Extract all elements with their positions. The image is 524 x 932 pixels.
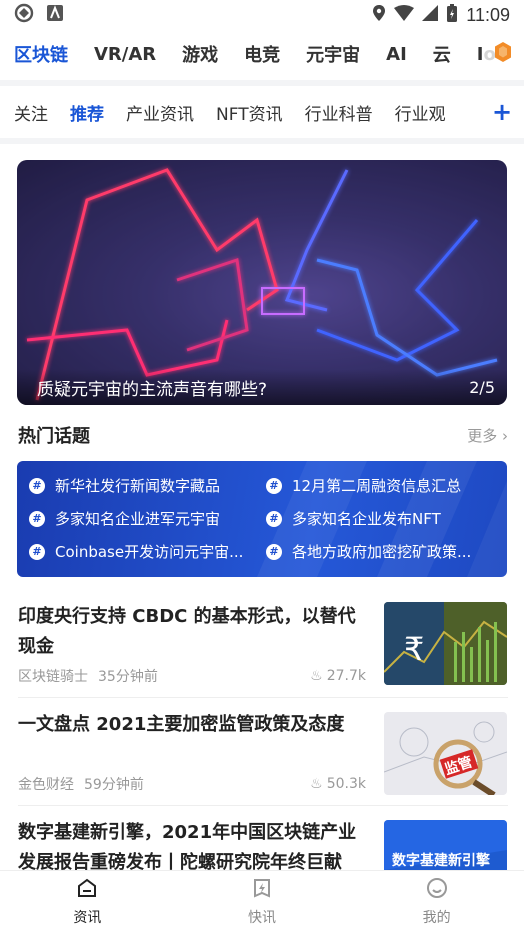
tab-esports[interactable]: 电竞 bbox=[244, 41, 280, 67]
subtab-industry-view[interactable]: 行业观 bbox=[395, 100, 446, 125]
hot-topics-panel: # 新华社发行新闻数字藏品 #12月第二周融资信息汇总 # 多家知名企业进军元宇宙 … bbox=[17, 461, 507, 577]
add-tab-button[interactable]: + bbox=[480, 88, 524, 136]
sync-icon bbox=[14, 3, 34, 28]
article-title: 数字基建新引擎，2021年中国区块链产业发展报告重磅发布丨陀螺研究院年终巨献 bbox=[18, 822, 357, 870]
article-item[interactable]: 数字基建新引擎，2021年中国区块链产业发展报告重磅发布丨陀螺研究院年终巨献 数… bbox=[18, 818, 508, 870]
flame-icon: ♨ bbox=[310, 776, 323, 792]
subtab-recommended[interactable]: 推荐 bbox=[70, 100, 104, 125]
tab-cloud[interactable]: 云 bbox=[433, 41, 451, 67]
chevron-right-icon: › bbox=[502, 426, 508, 445]
clock: 11:09 bbox=[466, 4, 510, 25]
bottom-nav: 资讯 快讯 我的 bbox=[0, 870, 524, 932]
banner-title: 质疑元宇宙的主流声音有哪些? bbox=[37, 379, 268, 400]
banner-caption: 质疑元宇宙的主流声音有哪些? 2/5 bbox=[17, 369, 507, 405]
nav-flash[interactable]: 快讯 bbox=[175, 871, 350, 932]
topic-item[interactable]: # 各地方政府加密挖矿政策... bbox=[266, 541, 495, 562]
article-source: 金色财经 bbox=[18, 777, 74, 793]
topic-item[interactable]: # 多家知名企业进军元宇宙 bbox=[29, 508, 258, 529]
home-icon bbox=[76, 877, 98, 903]
subtab-industry-news[interactable]: 产业资讯 bbox=[126, 100, 194, 125]
tab-ai[interactable]: AI bbox=[386, 44, 407, 65]
section-title: 热门话题 bbox=[18, 426, 90, 447]
hashtag-icon: # bbox=[266, 543, 282, 560]
article-time: 35分钟前 bbox=[98, 669, 158, 685]
divider bbox=[18, 805, 508, 806]
article-source: 区块链骑士 bbox=[18, 669, 88, 685]
tab-metaverse[interactable]: 元宇宙 bbox=[306, 41, 360, 67]
nav-profile[interactable]: 我的 bbox=[349, 871, 524, 932]
profile-icon bbox=[426, 877, 448, 903]
signal-icon bbox=[422, 4, 439, 26]
flash-icon bbox=[251, 877, 273, 903]
subtab-nft-news[interactable]: NFT资讯 bbox=[216, 100, 283, 125]
article-thumbnail: 监管 bbox=[384, 712, 507, 795]
article-thumbnail: 数字基建新引擎 bbox=[384, 820, 507, 870]
hashtag-icon: # bbox=[29, 477, 45, 494]
location-icon bbox=[372, 4, 386, 27]
article-views: 27.7k bbox=[326, 668, 366, 684]
subtab-follow[interactable]: 关注 bbox=[14, 100, 48, 125]
article-item[interactable]: 一文盘点 2021主要加密监管政策及态度 金色财经 59分钟前 ♨ 50.3k 监… bbox=[18, 710, 508, 796]
article-views: 50.3k bbox=[326, 776, 366, 792]
nav-label: 资讯 bbox=[73, 909, 102, 926]
hashtag-icon: # bbox=[266, 510, 282, 527]
divider bbox=[18, 697, 508, 698]
article-item[interactable]: 印度央行支持 CBDC 的基本形式，以替代现金 区块链骑士 35分钟前 ♨ 27.… bbox=[18, 602, 508, 688]
topic-item[interactable]: # Coinbase开发访问元宇宙... bbox=[29, 541, 258, 562]
divider bbox=[0, 80, 524, 86]
article-time: 59分钟前 bbox=[84, 777, 144, 793]
article-title: 一文盘点 2021主要加密监管政策及态度 bbox=[18, 714, 345, 735]
banner-carousel[interactable]: 质疑元宇宙的主流声音有哪些? 2/5 bbox=[17, 160, 507, 405]
topic-item[interactable]: # 多家知名企业发布NFT bbox=[266, 508, 495, 529]
battery-icon bbox=[446, 3, 458, 28]
svg-text:数字基建新引擎: 数字基建新引擎 bbox=[392, 852, 490, 869]
tab-vr-ar[interactable]: VR/AR bbox=[94, 44, 156, 65]
sub-tabs: 关注 推荐 产业资讯 NFT资讯 行业科普 行业观 + bbox=[0, 88, 524, 136]
subtab-industry-science[interactable]: 行业科普 bbox=[305, 100, 373, 125]
nav-label: 我的 bbox=[422, 909, 451, 926]
tab-games[interactable]: 游戏 bbox=[182, 41, 218, 67]
hashtag-icon: # bbox=[29, 543, 45, 560]
hashtag-icon: # bbox=[29, 510, 45, 527]
flame-icon: ♨ bbox=[310, 668, 323, 684]
status-bar: 11:09 bbox=[0, 0, 524, 30]
topic-item[interactable]: # 新华社发行新闻数字藏品 bbox=[29, 475, 258, 496]
article-title: 印度央行支持 CBDC 的基本形式，以替代现金 bbox=[18, 606, 356, 657]
nav-news[interactable]: 资讯 bbox=[0, 871, 175, 932]
banner-counter: 2/5 bbox=[469, 377, 495, 397]
channel-manage-icon[interactable] bbox=[484, 38, 514, 70]
nav-label: 快讯 bbox=[248, 909, 276, 926]
divider bbox=[0, 138, 524, 144]
category-tabs: 区块链 VR/AR 游戏 电竞 元宇宙 AI 云 Io bbox=[0, 30, 524, 78]
hot-topics-header: 热门话题 更多 › bbox=[18, 420, 508, 450]
hashtag-icon: # bbox=[266, 477, 282, 494]
topic-item[interactable]: #12月第二周融资信息汇总 bbox=[266, 475, 495, 496]
app-notification-icon bbox=[46, 4, 64, 27]
more-link[interactable]: 更多 › bbox=[467, 425, 508, 446]
tab-blockchain[interactable]: 区块链 bbox=[14, 41, 68, 67]
article-thumbnail: ₹ bbox=[384, 602, 507, 685]
wifi-icon bbox=[394, 4, 415, 26]
article-meta: 金色财经 59分钟前 ♨ 50.3k bbox=[18, 774, 366, 794]
article-meta: 区块链骑士 35分钟前 ♨ 27.7k bbox=[18, 666, 366, 686]
svg-text:₹: ₹ bbox=[404, 630, 424, 668]
